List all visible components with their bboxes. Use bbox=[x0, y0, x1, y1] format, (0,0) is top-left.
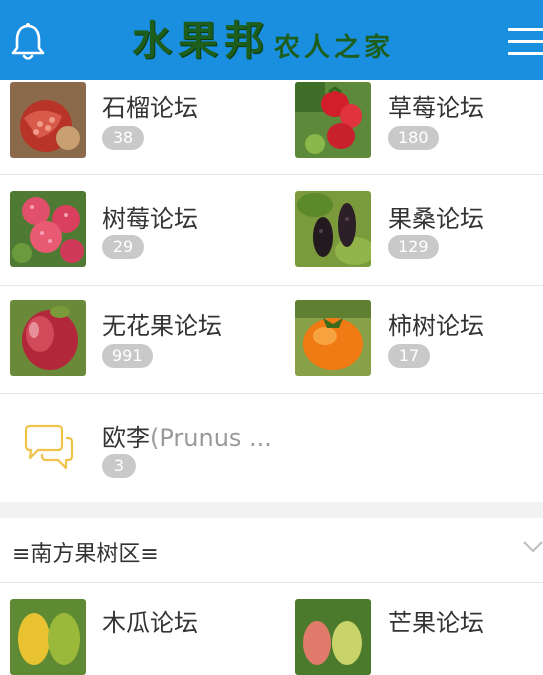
forum-row: 石榴论坛 38 草莓论坛 180 bbox=[0, 60, 543, 175]
mango-thumbnail bbox=[295, 599, 371, 675]
app-logo: 水果邦 农人之家 bbox=[132, 16, 394, 66]
bell-icon[interactable] bbox=[10, 22, 46, 62]
chevron-down-icon[interactable] bbox=[522, 540, 543, 554]
strawberry-thumbnail bbox=[295, 82, 371, 158]
forum-item-strawberry[interactable]: 草莓论坛 180 bbox=[0, 60, 484, 174]
post-count-badge: 180 bbox=[388, 126, 439, 150]
mulberry-thumbnail bbox=[295, 191, 371, 267]
forum-title-latin: (Prunus ... bbox=[150, 424, 272, 452]
logo-main-text: 水果邦 bbox=[132, 17, 270, 64]
forum-row: 无花果论坛 991 柿树论坛 17 bbox=[0, 286, 543, 394]
forum-row: 木瓜论坛 芒果论坛 bbox=[0, 583, 543, 675]
forum-title: 草莓论坛 bbox=[388, 94, 484, 122]
section-divider bbox=[0, 502, 543, 518]
forum-item-persimmon[interactable]: 柿树论坛 17 bbox=[0, 286, 484, 393]
post-count-badge: 17 bbox=[388, 344, 430, 368]
forum-title-cn: 欧李 bbox=[102, 424, 150, 452]
post-count-badge: 3 bbox=[102, 454, 136, 478]
forum-title: 芒果论坛 bbox=[388, 609, 484, 637]
section-header-south[interactable]: ≡南方果树区≡ bbox=[0, 518, 543, 583]
forum-title: 柿树论坛 bbox=[388, 312, 484, 340]
persimmon-thumbnail bbox=[295, 300, 371, 376]
forum-item-plum[interactable]: 欧李(Prunus ... 3 bbox=[0, 394, 272, 501]
forum-title: 欧李(Prunus ... bbox=[102, 418, 272, 453]
post-count-badge: 129 bbox=[388, 235, 439, 259]
forum-item-mango[interactable]: 芒果论坛 bbox=[0, 583, 484, 675]
chat-bubbles-icon bbox=[24, 424, 74, 470]
forum-title: 果桑论坛 bbox=[388, 205, 484, 233]
section-title: ≡南方果树区≡ bbox=[12, 542, 159, 567]
forum-row: 树莓论坛 29 果桑论坛 129 bbox=[0, 175, 543, 286]
menu-icon[interactable] bbox=[508, 24, 543, 60]
forum-item-mulberry[interactable]: 果桑论坛 129 bbox=[0, 175, 484, 285]
